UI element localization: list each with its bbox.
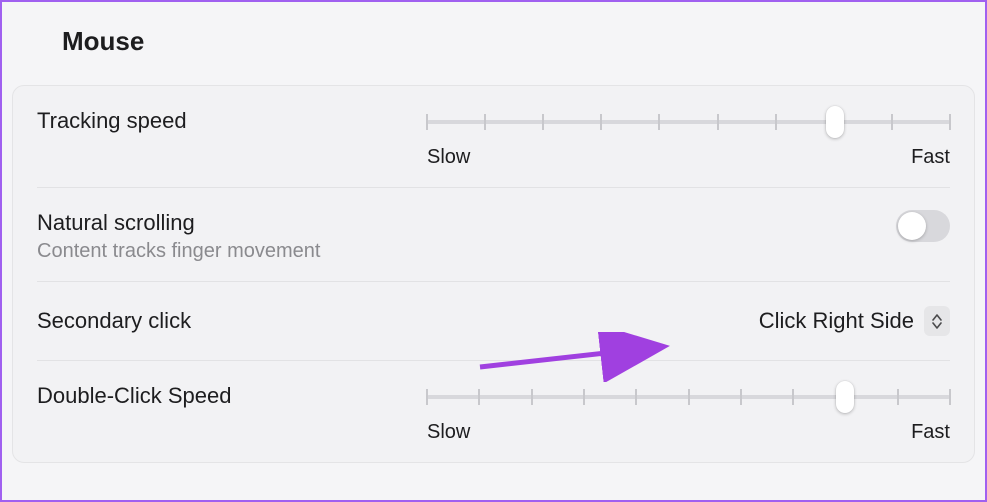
settings-panel: Tracking speed Slow Fast Natural scrolli… (12, 85, 975, 463)
tracking-max-label: Fast (911, 146, 950, 169)
natural-scrolling-description: Content tracks finger movement (37, 240, 427, 263)
natural-scrolling-row: Natural scrolling Content tracks finger … (37, 188, 950, 282)
tracking-speed-label: Tracking speed (37, 108, 427, 134)
double-click-max-label: Fast (911, 421, 950, 444)
double-click-speed-row: Double-Click Speed Slow Fast (37, 361, 950, 462)
secondary-click-label: Secondary click (37, 308, 427, 334)
secondary-click-value: Click Right Side (759, 308, 914, 334)
tracking-speed-slider[interactable] (427, 108, 950, 132)
double-click-min-label: Slow (427, 421, 470, 444)
natural-scrolling-toggle[interactable] (896, 210, 950, 242)
double-click-speed-slider[interactable] (427, 383, 950, 407)
tracking-min-label: Slow (427, 146, 470, 169)
updown-stepper-icon (924, 306, 950, 336)
secondary-click-dropdown[interactable]: Click Right Side (759, 306, 950, 336)
tracking-speed-row: Tracking speed Slow Fast (37, 86, 950, 188)
secondary-click-row: Secondary click Click Right Side (37, 282, 950, 361)
page-title: Mouse (2, 2, 985, 57)
double-click-speed-label: Double-Click Speed (37, 383, 427, 409)
natural-scrolling-label: Natural scrolling (37, 210, 427, 236)
